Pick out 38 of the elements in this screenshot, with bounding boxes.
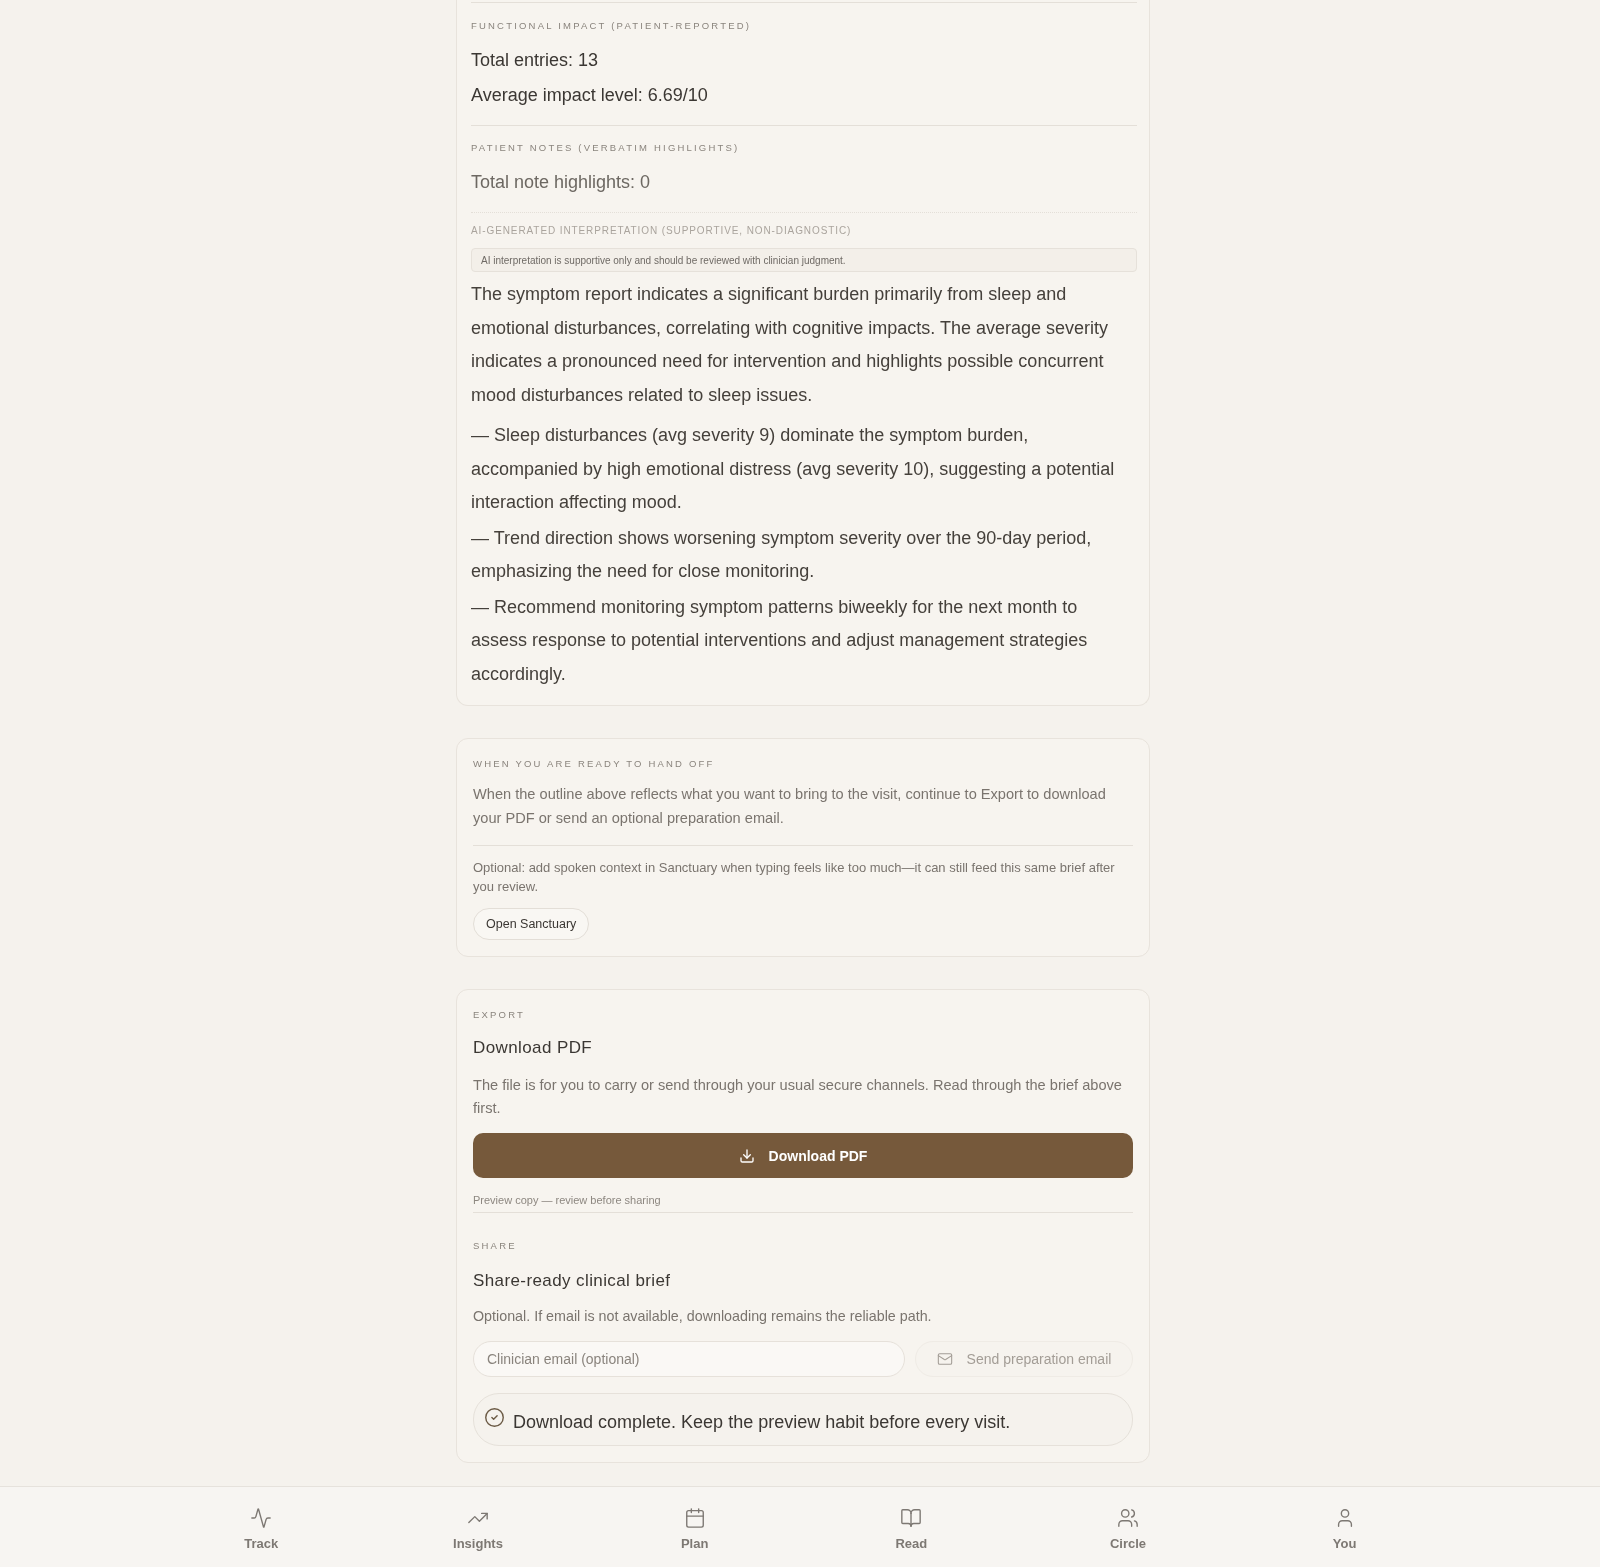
nav-item[interactable]: Track bbox=[238, 1487, 285, 1567]
nav-item[interactable]: Insights bbox=[447, 1487, 509, 1567]
section-heading: PATIENT NOTES (VERBATIM HIGHLIGHTS) bbox=[471, 142, 741, 154]
section-heading: EXPORT bbox=[473, 1009, 527, 1021]
handoff-text: When the outline above reflects what you want to bring to the visit, continue to Export to download your PDF or send an optional preparation email. bbox=[473, 785, 1107, 828]
email-field[interactable]: Clinician email (optional) bbox=[473, 1341, 905, 1377]
export-text: The file is for you to carry or send through your usual secure channels. Read through the brief above first. bbox=[473, 1076, 1123, 1118]
share-text: Optional. If email is not available, downloading remains the reliable path. bbox=[473, 1307, 933, 1326]
interpretation-point: — Sleep disturbances (avg severity 9) dominate the symptom burden, accompanied by high emotional distress (avg severity 10), suggesting a potential interaction affecting mood. bbox=[471, 424, 1116, 514]
download-pdf-button[interactable]: Download PDF bbox=[473, 1133, 1133, 1178]
interpretation-point: — Trend direction shows worsening symptom severity over the 90-day period, emphasizing the need for close monitoring. bbox=[471, 526, 1093, 583]
interpretation-text: The symptom report indicates a significant burden primarily from sleep and emotional disturbances, correlating with cognitive impacts. The average severity indicates a pronounced need for intervention and highlights possible concurrent mood disturbances related to sleep issues. bbox=[471, 283, 1109, 407]
preview-note: Preview copy — review before sharing bbox=[473, 1193, 662, 1207]
section-heading: AI-GENERATED INTERPRETATION (SUPPORTIVE, NON-DIAGNOSTIC) bbox=[471, 225, 853, 237]
section-title: Download PDF bbox=[473, 1037, 594, 1059]
stat-text: Total note highlights: 0 bbox=[471, 171, 652, 194]
calendar-icon bbox=[683, 1507, 706, 1529]
nav-item[interactable]: Circle bbox=[1103, 1487, 1153, 1567]
mail-icon bbox=[936, 1351, 953, 1367]
download-icon bbox=[738, 1147, 755, 1164]
pulse-icon bbox=[250, 1507, 273, 1529]
stat-text: Total entries: 13 bbox=[471, 49, 600, 72]
status-text: Download complete. Keep the preview habit before every visit. bbox=[513, 1411, 1011, 1434]
interpretation-point: — Recommend monitoring symptom patterns biweekly for the next month to assess response to potential interventions and adjust management strategies accordingly. bbox=[471, 595, 1089, 686]
disclaimer-note: AI interpretation is supportive only and should be reviewed with clinician judgment. bbox=[471, 248, 1137, 272]
optional-text: Optional: add spoken context in Sanctuary when typing feels like too much—it can still feed this same brief after you review. bbox=[473, 859, 1116, 896]
section-heading: SHARE bbox=[473, 1240, 518, 1252]
open-sanctuary-button[interactable]: Open Sanctuary bbox=[473, 908, 590, 940]
nav-item[interactable]: You bbox=[1326, 1487, 1363, 1567]
section-title: Share-ready clinical brief bbox=[473, 1270, 672, 1292]
people-icon bbox=[1117, 1507, 1139, 1529]
check-circle-icon bbox=[484, 1407, 505, 1428]
section-heading: WHEN YOU ARE READY TO HAND OFF bbox=[473, 758, 716, 770]
nav-item[interactable]: Read bbox=[889, 1487, 934, 1567]
book-icon bbox=[900, 1507, 923, 1529]
nav-item[interactable]: Plan bbox=[674, 1487, 715, 1567]
stat-text: Average impact level: 6.69/10 bbox=[471, 84, 709, 107]
section-heading: FUNCTIONAL IMPACT (PATIENT-REPORTED) bbox=[471, 20, 753, 32]
